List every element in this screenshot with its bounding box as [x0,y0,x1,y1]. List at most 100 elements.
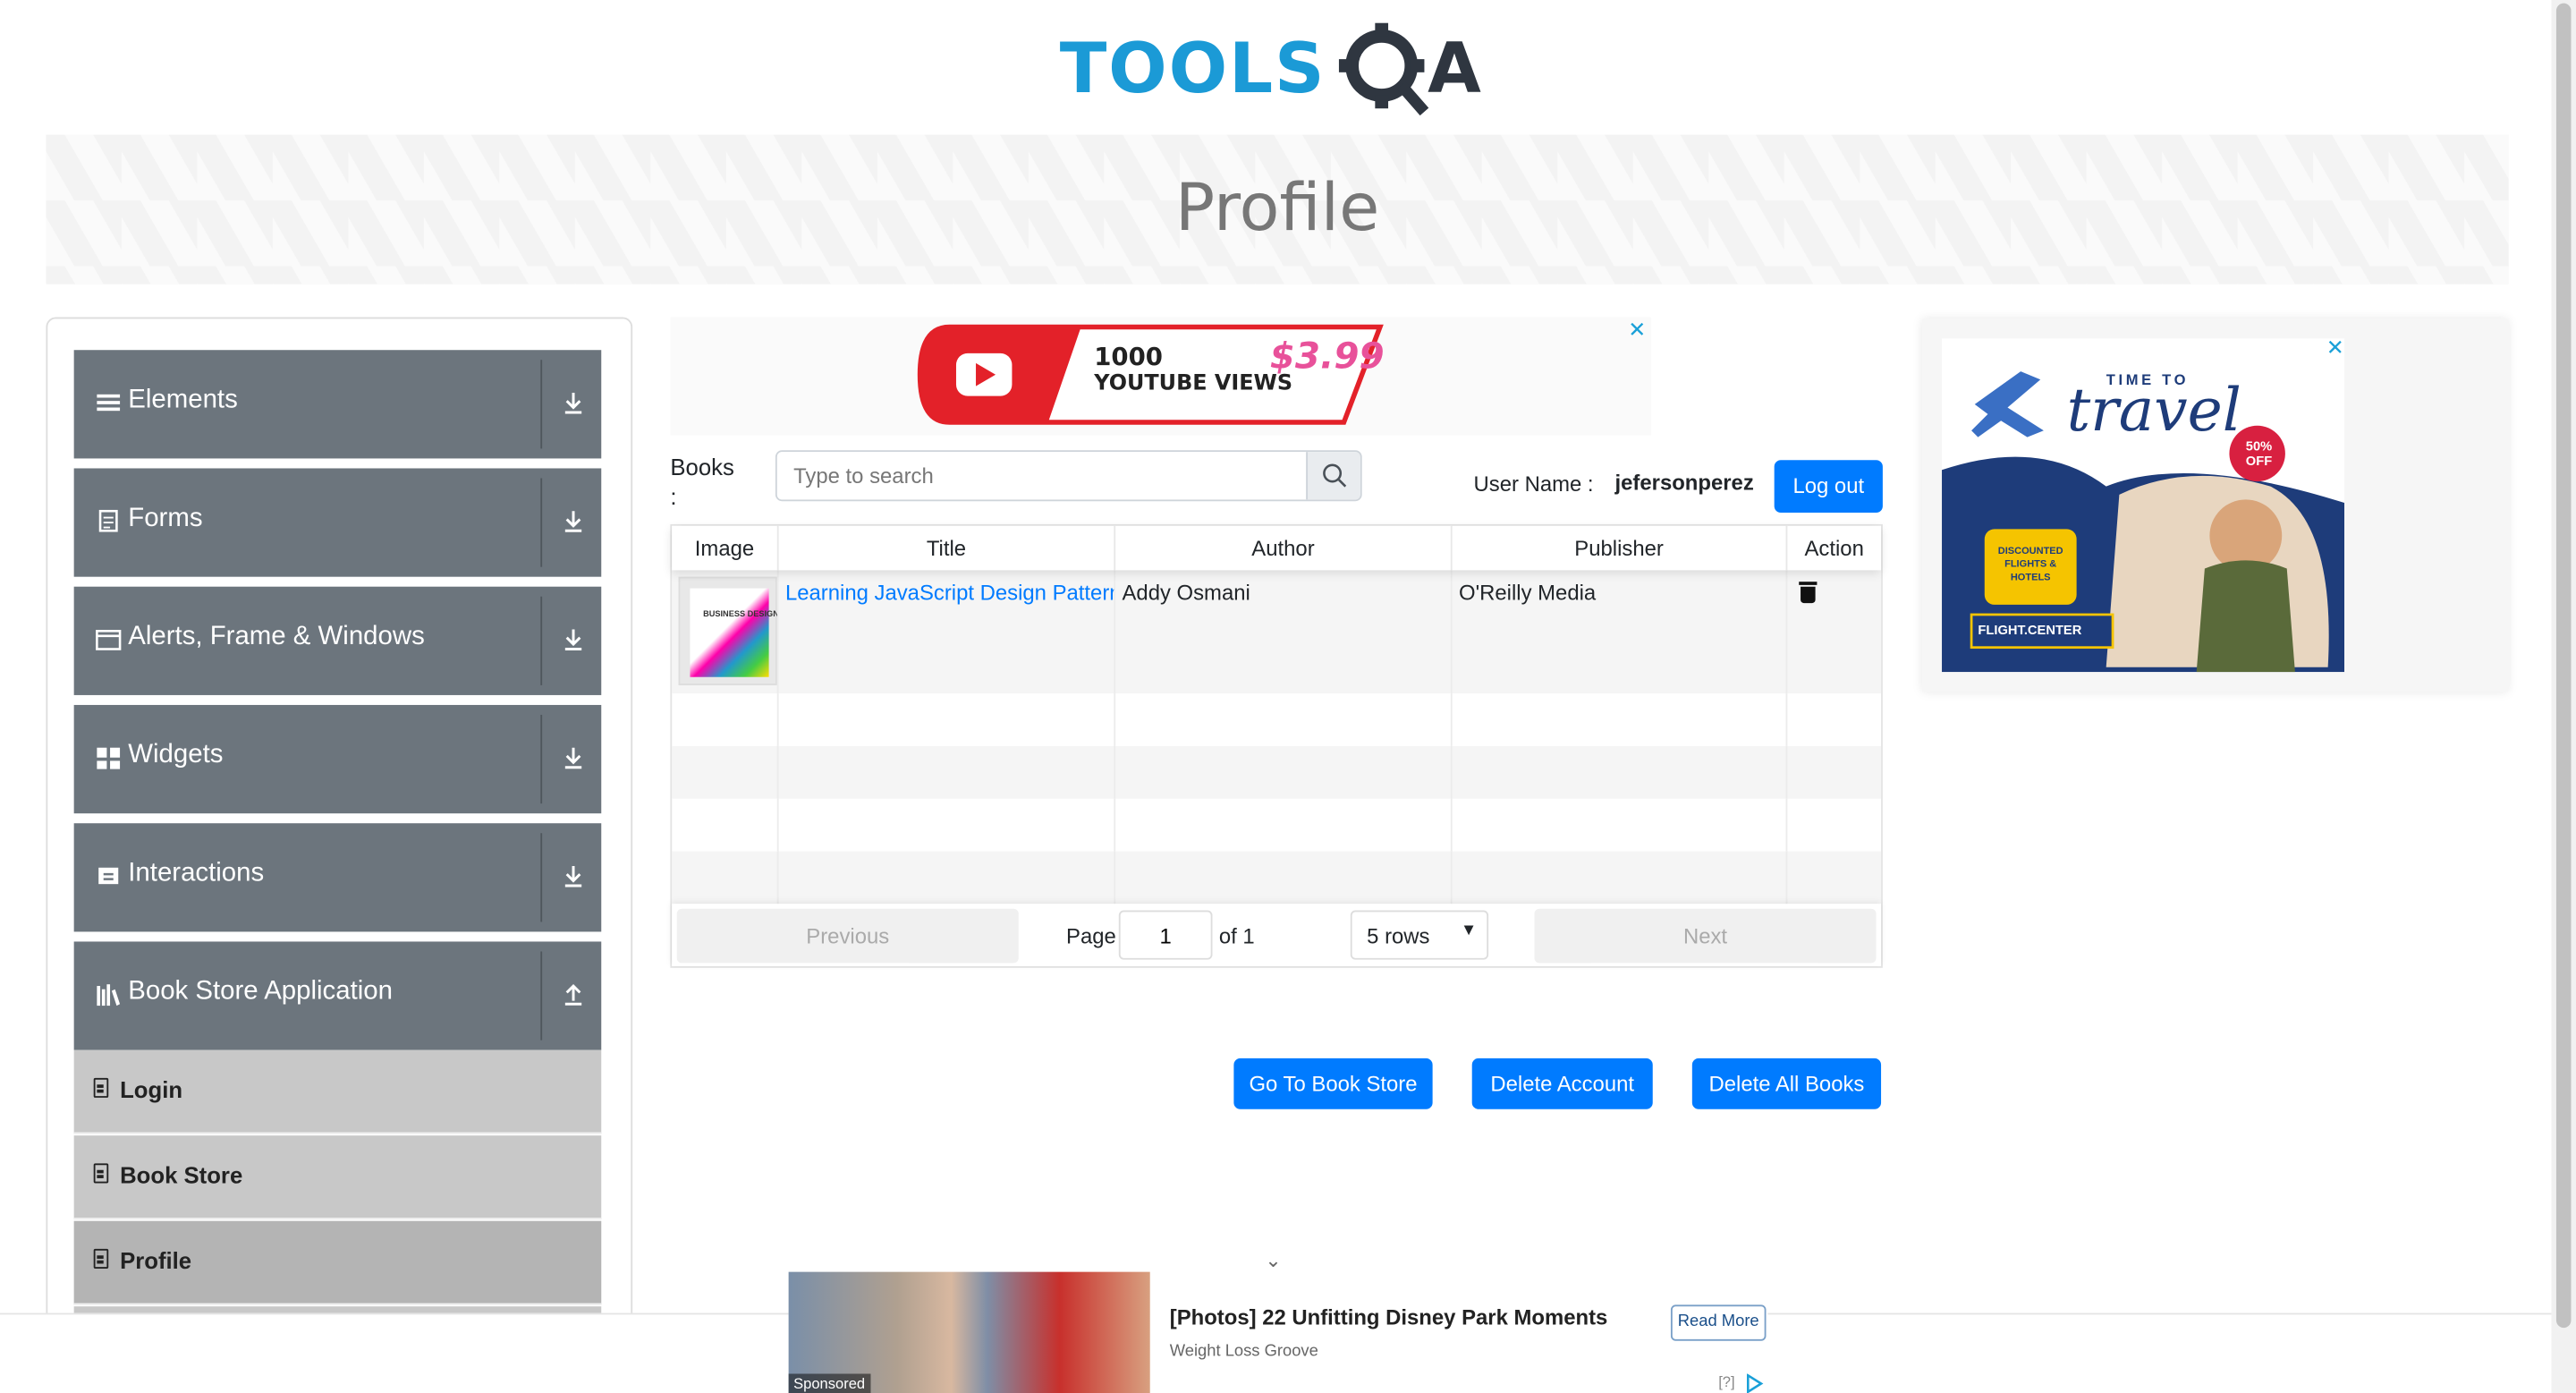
travel-ad[interactable]: TIME TO travel 50% OFF DISCOUNTED FLIGHT… [1942,338,2345,673]
sidebar-group-label: Widgets [128,741,224,769]
book-cover: BUSINESS DESIGN [690,588,777,677]
download-arrow-icon[interactable] [562,389,585,415]
toolsqa-logo[interactable]: TOOLS A [1060,16,1504,122]
empty-cell [1453,693,1788,746]
ad-brand: FLIGHT.CENTER [1978,623,2082,638]
divider [540,714,543,804]
logout-button[interactable]: Log out [1774,460,1883,514]
empty-cell [779,745,1116,799]
previous-button[interactable]: Previous [676,908,1019,964]
book-action-cell [1787,570,1881,693]
divider [540,596,543,685]
download-arrow-icon[interactable] [562,626,585,652]
page-header-banner: Profile [46,134,2509,285]
sidebar-item-label: Book Store [120,1161,243,1188]
table-header: Image Title Author Publisher Action [672,525,1882,571]
search-button[interactable] [1306,452,1360,500]
rows-per-page-select[interactable]: 5 rows ▼ [1350,910,1489,960]
window-icon [96,630,122,650]
scrollbar-thumb[interactable] [2555,3,2572,1329]
adchoices-icon[interactable] [1745,1373,1765,1393]
ad-price: $3.99 [1269,336,1385,378]
column-header-publisher[interactable]: Publisher [1453,525,1788,571]
sidebar-item-login[interactable]: Login [73,1049,602,1134]
page-total-label: of 1 [1218,923,1255,948]
sidebar: Elements Forms Alerts, Frame & Windows W… [46,317,633,1369]
close-ad-icon[interactable]: ✕ [2326,336,2344,361]
upload-arrow-icon[interactable] [562,981,585,1007]
books-icon [97,984,121,1007]
page-number-input[interactable] [1118,910,1213,960]
empty-cell [1115,798,1453,852]
sidebar-group-alerts[interactable]: Alerts, Frame & Windows [73,586,602,695]
ad-headline: 1000 [1094,342,1163,372]
sidebar-group-book-store[interactable]: Book Store Application [73,941,602,1050]
sidebar-group-widgets[interactable]: Widgets [73,704,602,814]
username-value: jefersonperez [1614,470,1754,495]
pagination-bar: Previous Page of 1 5 rows ▼ Next [672,904,1882,966]
widgets-icon [97,747,121,769]
book-image-cell: BUSINESS DESIGN [672,570,779,694]
search-icon [1323,463,1347,488]
page-root: TOOLS A Profile Elements Forms Alerts, F… [0,0,2576,1393]
sponsored-ad[interactable]: Sponsored [Photos] 22 Unfitting Disney P… [788,1271,1768,1393]
ad-line2: travel [2066,378,2241,446]
magnifier-gear-icon [1338,22,1429,116]
sidebar-item-label: Profile [120,1247,192,1274]
empty-cell [779,851,1116,905]
search-input[interactable] [776,452,1309,500]
youtube-views-ad[interactable]: 1000 YOUTUBE VIEWS $3.99 ✕ [670,317,1651,436]
delete-all-books-button[interactable]: Delete All Books [1691,1057,1882,1109]
close-ad-icon[interactable]: ✕ [1628,317,1646,343]
read-more-button[interactable]: Read More [1670,1304,1767,1341]
sidebar-group-label: Elements [128,386,238,414]
empty-cell [672,693,779,746]
download-arrow-icon[interactable] [562,744,585,770]
document-icon [93,1163,109,1184]
sidebar-group-label: Forms [128,504,203,533]
page-scrollbar[interactable] [2551,0,2576,1393]
empty-cell [779,798,1116,852]
books-table: Image Title Author Publisher Action BUSI… [670,523,1883,968]
table-row: BUSINESS DESIGN Learning JavaScript Desi… [672,570,1882,694]
sidebar-group-elements[interactable]: Elements [73,350,602,459]
logo-text-tools: TOOLS [1059,28,1326,109]
divider [540,360,543,449]
books-label: Books : [670,453,734,510]
download-arrow-icon[interactable] [562,508,585,534]
sidebar-group-interactions[interactable]: Interactions [73,823,602,932]
ad-info-link[interactable]: [?] [1718,1374,1734,1390]
document-icon [93,1077,109,1098]
sidebar-group-label: Book Store Application [128,977,393,1007]
interactions-icon [98,867,119,885]
column-header-image[interactable]: Image [672,525,779,571]
sidebar-group-forms[interactable]: Forms [73,468,602,577]
table-row-empty [672,798,1881,852]
book-title-link[interactable]: Learning JavaScript Design Patterns [785,580,1114,605]
empty-cell [1453,851,1788,905]
search-box [775,450,1362,502]
column-header-author[interactable]: Author [1115,525,1453,571]
empty-cell [672,851,779,905]
download-arrow-icon[interactable] [562,862,585,888]
sponsored-title[interactable]: [Photos] 22 Unfitting Disney Park Moment… [1170,1304,1608,1329]
page-label: Page [1066,923,1116,948]
chevron-down-icon[interactable]: ⌄ [1265,1249,1281,1272]
ad-subline: YOUTUBE VIEWS [1094,371,1293,396]
sidebar-item-book-store[interactable]: Book Store [73,1135,602,1219]
column-header-title[interactable]: Title [779,525,1116,571]
sidebar-item-profile[interactable]: Profile [73,1220,602,1305]
delete-account-button[interactable]: Delete Account [1471,1057,1653,1109]
trash-icon[interactable] [1799,582,1818,604]
ad-badge: DISCOUNTED FLIGHTS & HOTELS [1997,547,2063,584]
list-icon [97,394,121,412]
empty-cell [672,745,779,799]
sidebar-item-label: Login [120,1076,183,1103]
go-to-book-store-button[interactable]: Go To Book Store [1233,1057,1433,1109]
next-button[interactable]: Next [1534,908,1877,964]
rows-per-page-value: 5 rows [1367,923,1430,948]
username-label: User Name : [1473,471,1594,497]
column-header-action[interactable]: Action [1787,526,1881,571]
empty-cell [1115,851,1453,905]
divider [540,478,543,567]
